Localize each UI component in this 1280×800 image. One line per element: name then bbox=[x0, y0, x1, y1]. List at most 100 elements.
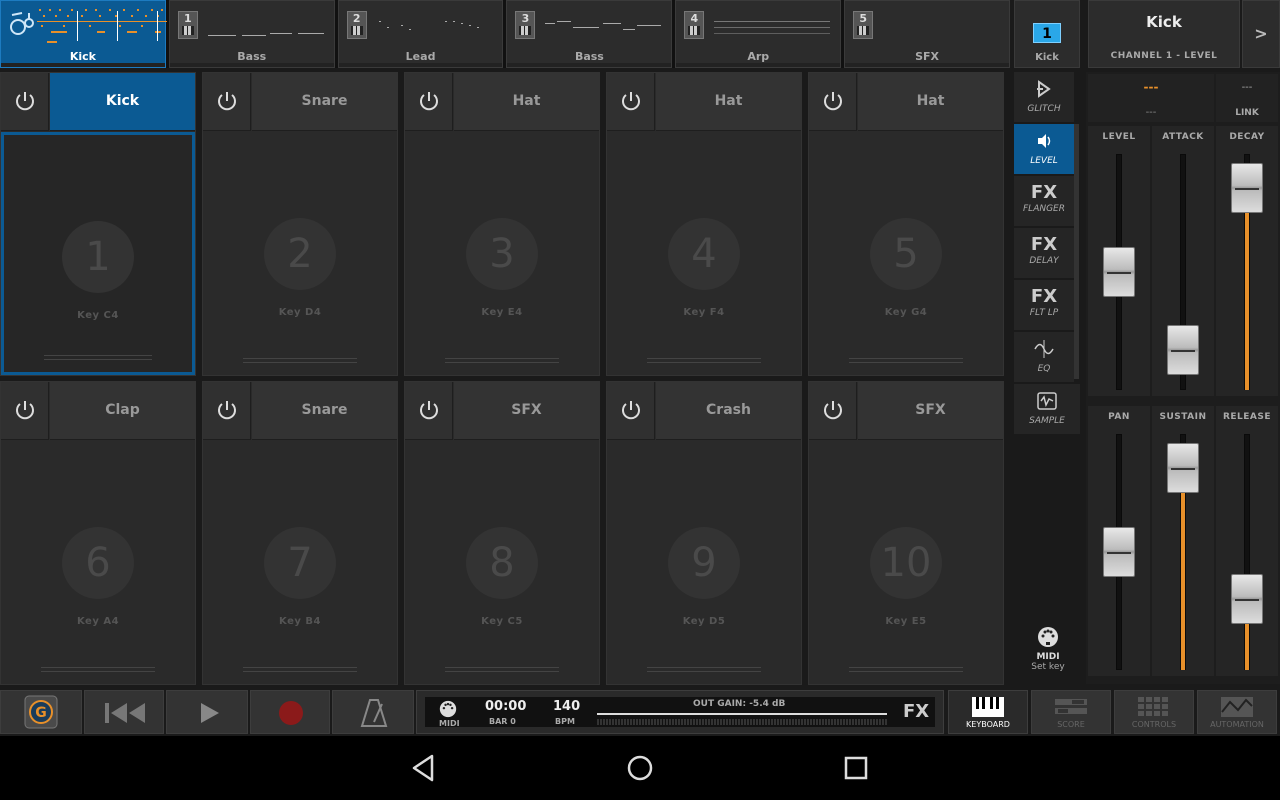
pad-name-button[interactable]: Clap bbox=[50, 382, 195, 440]
link-label: LINK bbox=[1235, 108, 1259, 118]
pad-key-label: Key E5 bbox=[885, 616, 927, 627]
pad-power-button[interactable] bbox=[203, 73, 251, 131]
pad-trigger-area[interactable]: 10 Key E5 bbox=[809, 441, 1003, 684]
pad-name-button[interactable]: Hat bbox=[656, 73, 801, 131]
fader-knob[interactable] bbox=[1103, 247, 1135, 297]
app-window: Kick 1 Bass 2 Lead 3 Bass 4 Arp 5 SFX 1 … bbox=[0, 0, 1280, 800]
track-label: Arp bbox=[747, 50, 770, 63]
pad-name-button[interactable]: Hat bbox=[858, 73, 1003, 131]
fader-decay[interactable]: DECAY bbox=[1216, 126, 1278, 396]
fx-button[interactable]: FX bbox=[903, 701, 929, 722]
fader-knob[interactable] bbox=[1167, 443, 1199, 494]
link-button[interactable]: --- LINK bbox=[1216, 74, 1278, 122]
pad-power-button[interactable] bbox=[1, 382, 49, 440]
channel-indicator[interactable]: 1 Kick bbox=[1014, 0, 1080, 68]
fx-eq[interactable]: EQ bbox=[1014, 332, 1074, 382]
pad-power-button[interactable] bbox=[607, 382, 655, 440]
fader-knob[interactable] bbox=[1167, 325, 1199, 376]
pad-power-button[interactable] bbox=[405, 73, 453, 131]
fx-flanger[interactable]: FX FLANGER bbox=[1014, 176, 1074, 226]
fader-release[interactable]: RELEASE bbox=[1216, 406, 1278, 676]
bpm-value[interactable]: 140 bbox=[553, 699, 580, 714]
drum-pad-10[interactable]: SFX 10 Key E5 bbox=[808, 381, 1004, 685]
pad-name-button[interactable]: Snare bbox=[252, 73, 397, 131]
pad-power-button[interactable] bbox=[809, 382, 857, 440]
pad-trigger-area[interactable]: 6 Key A4 bbox=[1, 441, 195, 684]
record-button[interactable] bbox=[250, 690, 330, 734]
pad-name-button[interactable]: SFX bbox=[858, 382, 1003, 440]
home-icon[interactable] bbox=[624, 752, 656, 784]
fader-sustain[interactable]: SUSTAIN bbox=[1152, 406, 1214, 676]
back-icon[interactable] bbox=[408, 752, 440, 784]
drum-pad-7[interactable]: Snare 7 Key B4 bbox=[202, 381, 398, 685]
metronome-button[interactable] bbox=[332, 690, 414, 734]
track-2[interactable]: 2 Lead bbox=[337, 0, 504, 68]
pad-velocity-bar bbox=[445, 358, 559, 363]
drum-pad-3[interactable]: Hat 3 Key E4 bbox=[404, 72, 600, 376]
track-drums[interactable]: Kick bbox=[0, 0, 167, 68]
pad-trigger-area[interactable]: 9 Key D5 bbox=[607, 441, 801, 684]
pad-trigger-area[interactable]: 2 Key D4 bbox=[203, 132, 397, 375]
keyboard-mode-button[interactable]: KEYBOARD bbox=[948, 690, 1028, 734]
pad-velocity-bar bbox=[243, 667, 357, 672]
drum-pad-4[interactable]: Hat 4 Key F4 bbox=[606, 72, 802, 376]
out-gain-label: OUT GAIN: -5.4 dB bbox=[693, 699, 786, 709]
drum-pad-5[interactable]: Hat 5 Key G4 bbox=[808, 72, 1004, 376]
next-button[interactable]: > bbox=[1242, 0, 1280, 68]
pad-power-button[interactable] bbox=[809, 73, 857, 131]
skip-back-icon bbox=[105, 703, 145, 723]
drum-pad-1[interactable]: Kick 1 Key C4 bbox=[0, 72, 196, 376]
fader-knob[interactable] bbox=[1103, 527, 1135, 577]
pad-name-button[interactable]: SFX bbox=[454, 382, 599, 440]
rewind-button[interactable] bbox=[84, 690, 164, 734]
pad-power-button[interactable] bbox=[405, 382, 453, 440]
track-5[interactable]: 5 SFX bbox=[844, 0, 1010, 68]
pad-trigger-area[interactable]: 4 Key F4 bbox=[607, 132, 801, 375]
app-menu-button[interactable]: G bbox=[0, 690, 82, 734]
track-4[interactable]: 4 Arp bbox=[675, 0, 842, 68]
track-1[interactable]: 1 Bass bbox=[168, 0, 335, 68]
instrument-header: Kick CHANNEL 1 - LEVEL bbox=[1088, 0, 1240, 68]
drum-pad-9[interactable]: Crash 9 Key D5 bbox=[606, 381, 802, 685]
drum-pad-6[interactable]: Clap 6 Key A4 bbox=[0, 381, 196, 685]
pad-name-button[interactable]: Kick bbox=[50, 73, 195, 131]
pad-power-button[interactable] bbox=[607, 73, 655, 131]
fader-knob[interactable] bbox=[1231, 573, 1263, 624]
fx-icon: FX bbox=[1030, 234, 1058, 255]
fx-level[interactable]: LEVEL bbox=[1014, 124, 1074, 174]
track-3[interactable]: 3 Bass bbox=[506, 0, 673, 68]
mode-label: SCORE bbox=[1057, 720, 1085, 729]
pad-key-label: Key A4 bbox=[76, 616, 120, 627]
fader-pan[interactable]: PAN bbox=[1088, 406, 1150, 676]
fx-delay[interactable]: FX DELAY bbox=[1014, 228, 1074, 278]
pad-trigger-area[interactable]: 1 Key C4 bbox=[1, 132, 195, 375]
pad-name-button[interactable]: Crash bbox=[656, 382, 801, 440]
fader-title: LEVEL bbox=[1102, 132, 1136, 142]
pad-name-button[interactable]: Hat bbox=[454, 73, 599, 131]
fader-fill bbox=[1181, 468, 1185, 670]
midi-set-key-button[interactable]: MIDI Set key bbox=[1018, 626, 1078, 676]
play-button[interactable] bbox=[166, 690, 248, 734]
fx-scrollbar[interactable] bbox=[1074, 124, 1079, 379]
drum-pad-8[interactable]: SFX 8 Key C5 bbox=[404, 381, 600, 685]
gain-meter[interactable] bbox=[597, 713, 887, 715]
fader-level[interactable]: LEVEL bbox=[1088, 126, 1150, 396]
pad-trigger-area[interactable]: 8 Key C5 bbox=[405, 441, 599, 684]
fx-glitch[interactable]: GLITCH bbox=[1014, 72, 1074, 122]
automation-mode-button[interactable]: AUTOMATION bbox=[1197, 690, 1277, 734]
pad-trigger-area[interactable]: 7 Key B4 bbox=[203, 441, 397, 684]
controls-mode-button[interactable]: CONTROLS bbox=[1114, 690, 1194, 734]
fx-filter-lp[interactable]: FX FLT LP bbox=[1014, 280, 1074, 330]
fader-attack[interactable]: ATTACK bbox=[1152, 126, 1214, 396]
pad-power-button[interactable] bbox=[1, 73, 49, 131]
mode-label: AUTOMATION bbox=[1210, 720, 1264, 729]
recent-apps-icon[interactable] bbox=[840, 752, 872, 784]
pad-name-button[interactable]: Snare bbox=[252, 382, 397, 440]
pad-trigger-area[interactable]: 5 Key G4 bbox=[809, 132, 1003, 375]
pad-trigger-area[interactable]: 3 Key E4 bbox=[405, 132, 599, 375]
pad-power-button[interactable] bbox=[203, 382, 251, 440]
drum-pad-2[interactable]: Snare 2 Key D4 bbox=[202, 72, 398, 376]
score-mode-button[interactable]: SCORE bbox=[1031, 690, 1111, 734]
fader-knob[interactable] bbox=[1231, 163, 1263, 214]
fx-sample[interactable]: SAMPLE bbox=[1014, 384, 1080, 434]
